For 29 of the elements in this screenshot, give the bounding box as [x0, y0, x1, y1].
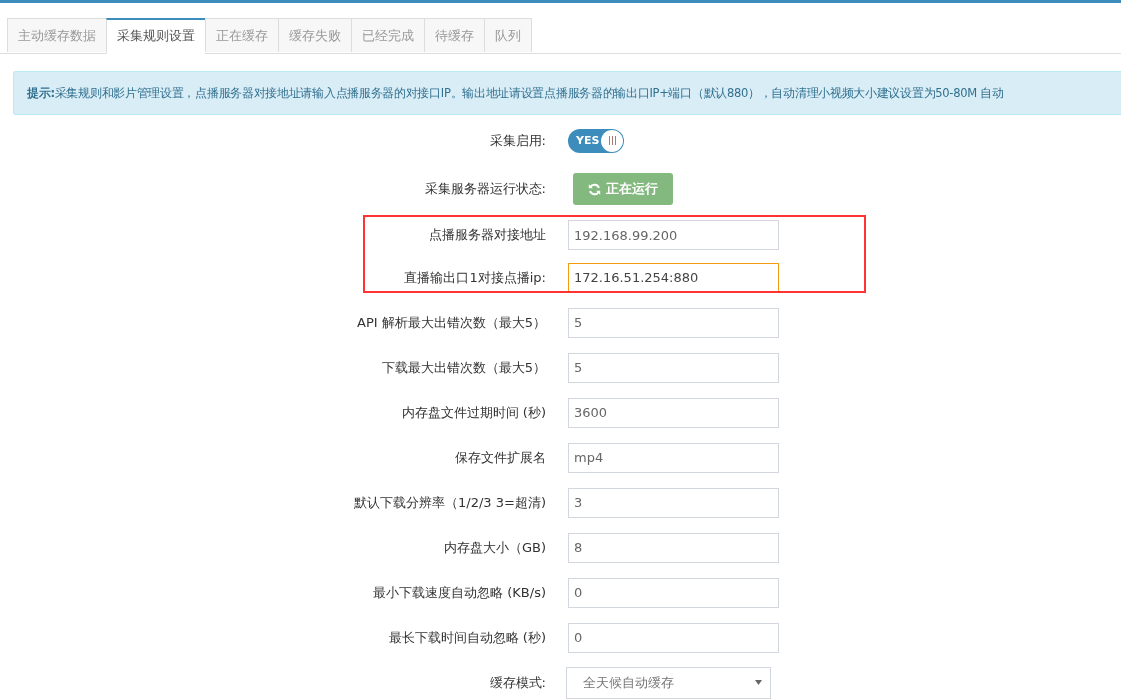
input-field[interactable]: 172.16.51.254:880: [568, 262, 779, 293]
dropdown[interactable]: 全天候自动缓存: [566, 666, 771, 699]
input-field[interactable]: 5: [568, 352, 779, 383]
input-field[interactable]: 3: [568, 487, 779, 518]
tab[interactable]: 采集规则设置: [106, 18, 205, 54]
field-label: 最小下载速度自动忽略 (KB/s): [372, 583, 547, 602]
input-field[interactable]: 3600: [568, 397, 779, 428]
field-label: 保存文件扩展名: [454, 448, 547, 467]
refresh-icon: [588, 182, 601, 196]
field-label: API 解析最大出错次数（最大5）: [356, 313, 547, 332]
input-field[interactable]: 5: [568, 307, 779, 338]
field-label: 采集服务器运行状态:: [423, 180, 547, 198]
input-field[interactable]: 192.168.99.200: [568, 220, 779, 250]
field-label: 采集启用:: [488, 131, 547, 150]
field-label: 默认下载分辨率（1/2/3 3=超清): [353, 493, 547, 512]
input-field[interactable]: 0: [568, 577, 779, 608]
field-label: 缓存模式:: [488, 673, 547, 692]
toggle-switch[interactable]: YES: [568, 128, 624, 153]
caret-icon: [755, 680, 762, 685]
tip-text: 提示:采集规则和影片管理设置，点播服务器对接地址请输入点播服务器的对接口IP。输出地址请设置点播服务器的输出口IP+端口（默认880），自动清理小视频大小建议设置为50-80M 自动: [27, 85, 1004, 101]
field-label: 点播服务器对接地址: [428, 226, 547, 244]
input-field[interactable]: 8: [568, 532, 779, 563]
field-label: 下载最大出错次数（最大5）: [380, 358, 547, 377]
field-label: 直播输出口1对接点播ip:: [403, 268, 547, 287]
field-label: 内存盘文件过期时间 (秒): [400, 403, 547, 422]
input-field[interactable]: 0: [568, 622, 779, 653]
field-label: 最长下载时间自动忽略 (秒): [387, 628, 547, 647]
field-label: 内存盘大小（GB): [442, 538, 547, 557]
input-field[interactable]: mp4: [568, 442, 779, 473]
